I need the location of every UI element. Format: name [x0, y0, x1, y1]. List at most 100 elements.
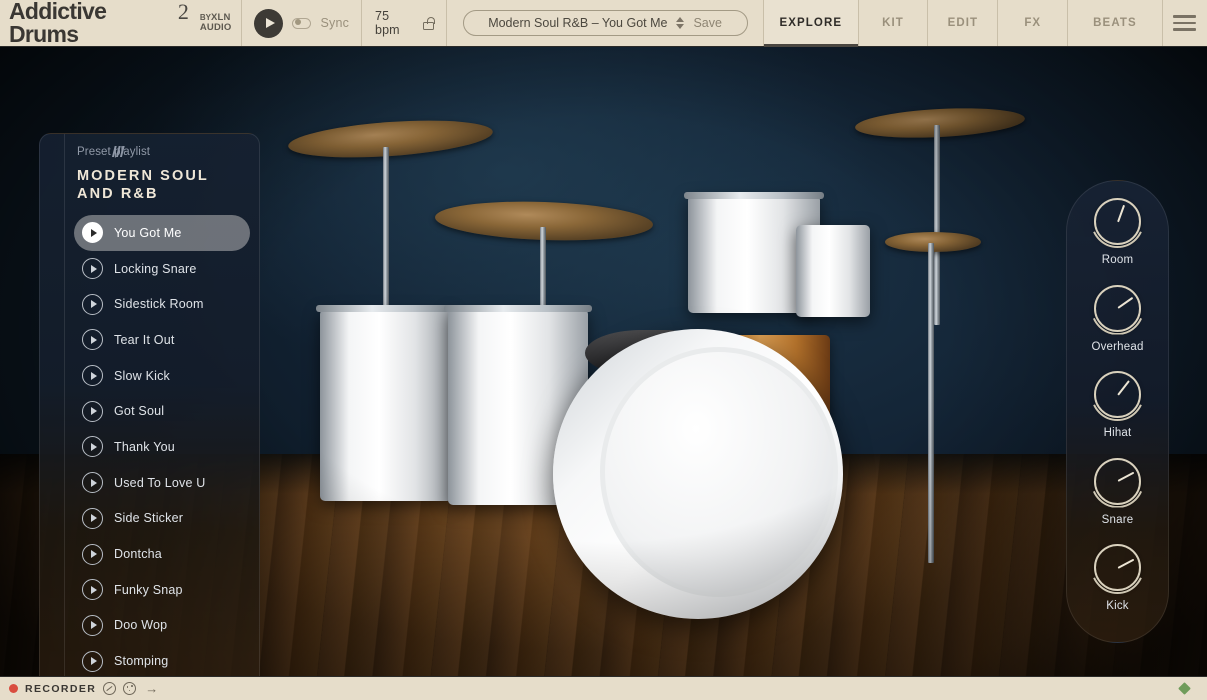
brand-name-2: AUDIO: [199, 22, 232, 33]
sync-label: Sync: [320, 16, 350, 30]
knob-hihat[interactable]: [1094, 371, 1141, 418]
playlist-item-label: Sidestick Room: [114, 297, 204, 312]
up-down-chevron-icon[interactable]: [676, 17, 685, 29]
playlist-item-label: Funky Snap: [114, 582, 183, 597]
play-button[interactable]: [254, 8, 284, 38]
play-preset-icon[interactable]: [82, 400, 103, 422]
play-preset-icon[interactable]: [82, 507, 103, 529]
knob-label: Hihat: [1103, 427, 1132, 439]
playlist-item[interactable]: Stomping: [74, 643, 250, 676]
knob-cell: Hihat: [1067, 371, 1168, 458]
play-preset-icon[interactable]: [82, 436, 103, 458]
record-dot-icon[interactable]: [9, 684, 18, 693]
tab-fx-label: FX: [1024, 17, 1042, 29]
playlist-item[interactable]: Doo Wop: [74, 608, 250, 644]
knob-label: Room: [1101, 254, 1134, 266]
arrow-right-icon[interactable]: →: [145, 682, 158, 695]
tempo-control[interactable]: 75 bpm: [362, 0, 446, 46]
tempo-value: 75 bpm: [375, 9, 400, 37]
knob-kick[interactable]: [1094, 544, 1141, 591]
playlist-item[interactable]: Used To Love U: [74, 465, 250, 501]
play-preset-icon[interactable]: [82, 650, 103, 672]
preset-name-label: Modern Soul R&B – You Got Me: [488, 16, 668, 30]
playlist-rail[interactable]: [40, 134, 125, 676]
tab-beats[interactable]: BEATS: [1067, 0, 1161, 46]
kit-stage: Preset playlist MODERN SOUL AND R&B You …: [0, 47, 1207, 676]
knob-label: Overhead: [1091, 340, 1144, 353]
recorder-label: RECORDER: [25, 682, 97, 695]
rack-tom: [796, 225, 870, 317]
playlist-kicker-label: Preset playlist: [77, 146, 151, 158]
play-preset-icon[interactable]: [82, 614, 103, 636]
top-toolbar: Addictive Drums 2 BYXLN AUDIO Sync 75 bp…: [0, 0, 1207, 47]
hamburger-menu-icon[interactable]: [1161, 0, 1207, 46]
brand-by-label: BY: [199, 12, 211, 22]
knob-label: Kick: [1106, 600, 1129, 612]
playlist-item-label: Locking Snare: [114, 261, 197, 276]
sync-toggle[interactable]: [292, 17, 312, 29]
knob-cell: Overhead: [1067, 284, 1168, 372]
green-diamond-indicator: [1178, 682, 1191, 695]
knob-label: Snare: [1101, 513, 1134, 526]
playlist-item-label: Doo Wop: [114, 618, 168, 633]
save-preset-button[interactable]: Save: [693, 16, 722, 30]
knob-cell: Room: [1067, 198, 1168, 285]
no-entry-circle-icon[interactable]: [103, 682, 117, 695]
play-preset-icon[interactable]: [82, 329, 103, 351]
toggle-knob-icon: [294, 19, 301, 26]
playlist-item-label: Got Soul: [114, 404, 165, 419]
playlist-item-label: Slow Kick: [114, 368, 170, 383]
tab-beats-label: BEATS: [1093, 17, 1137, 29]
logo-version: 2: [177, 0, 189, 24]
logo-title: Addictive Drums: [9, 0, 107, 47]
cymbal-stand: [934, 125, 940, 325]
tab-fx[interactable]: FX: [997, 0, 1067, 46]
playlist-body: Preset playlist MODERN SOUL AND R&B You …: [65, 134, 259, 676]
preset-selector[interactable]: Modern Soul R&B – You Got Me Save: [462, 10, 748, 36]
tab-edit[interactable]: EDIT: [927, 0, 997, 46]
tab-kit[interactable]: KIT: [857, 0, 928, 46]
drum-hoop: [316, 305, 456, 312]
play-icon: [265, 18, 275, 28]
playlist-item[interactable]: Dontcha: [74, 536, 250, 572]
playlist-item-label: Dontcha: [114, 547, 162, 562]
play-preset-icon[interactable]: [82, 472, 103, 494]
playlist-item-label: Used To Love U: [114, 475, 206, 490]
unlocked-padlock-icon[interactable]: [422, 16, 435, 30]
app-logo: Addictive Drums 2 BYXLN AUDIO: [0, 0, 241, 46]
playlist-item-label: You Got Me: [114, 225, 182, 240]
recorder-bar: RECORDER →: [0, 676, 1207, 700]
playlist-title: MODERN SOUL AND R&B: [77, 168, 209, 202]
hihat-stand: [928, 243, 934, 563]
playlist-item[interactable]: Got Soul: [74, 393, 250, 429]
play-preset-icon[interactable]: [82, 579, 103, 601]
transport-controls: Sync: [242, 0, 361, 46]
bass-drum-head: [600, 347, 838, 597]
tab-explore-label: EXPLORE: [779, 17, 843, 29]
play-preset-icon[interactable]: [82, 543, 103, 565]
knob-overhead[interactable]: [1094, 284, 1141, 332]
floor-tom: [320, 309, 452, 501]
playlist-item[interactable]: Tear It Out: [74, 322, 250, 358]
crash-cymbal-icon: [854, 104, 1026, 142]
tab-kit-label: KIT: [882, 17, 904, 29]
playlist-item[interactable]: Locking Snare: [74, 251, 250, 287]
play-preset-icon[interactable]: [82, 365, 103, 387]
playlist-item[interactable]: Funky Snap: [74, 572, 250, 608]
dice-circle-icon[interactable]: [123, 682, 137, 695]
tab-explore[interactable]: EXPLORE: [763, 0, 859, 47]
playlist-item[interactable]: Slow Kick: [74, 358, 250, 394]
knob-room[interactable]: [1094, 198, 1141, 245]
playlist-item-label: Tear It Out: [114, 332, 175, 347]
playlist-item-label: Thank You: [114, 439, 175, 454]
playlist-item[interactable]: Sidestick Room: [74, 286, 250, 322]
playlist-item-label: Side Sticker: [114, 511, 184, 526]
playlist-item[interactable]: Thank You: [74, 429, 250, 465]
playlist-item[interactable]: Side Sticker: [74, 501, 250, 537]
knob-cell: Kick: [1067, 544, 1168, 631]
knob-cell: Snare: [1067, 457, 1168, 545]
mixer-knob-panel: Room Overhead Hihat Snare Kick: [1066, 180, 1169, 643]
tab-edit-label: EDIT: [947, 17, 979, 29]
crash-cymbal-icon: [287, 114, 494, 164]
knob-snare[interactable]: [1094, 457, 1141, 505]
